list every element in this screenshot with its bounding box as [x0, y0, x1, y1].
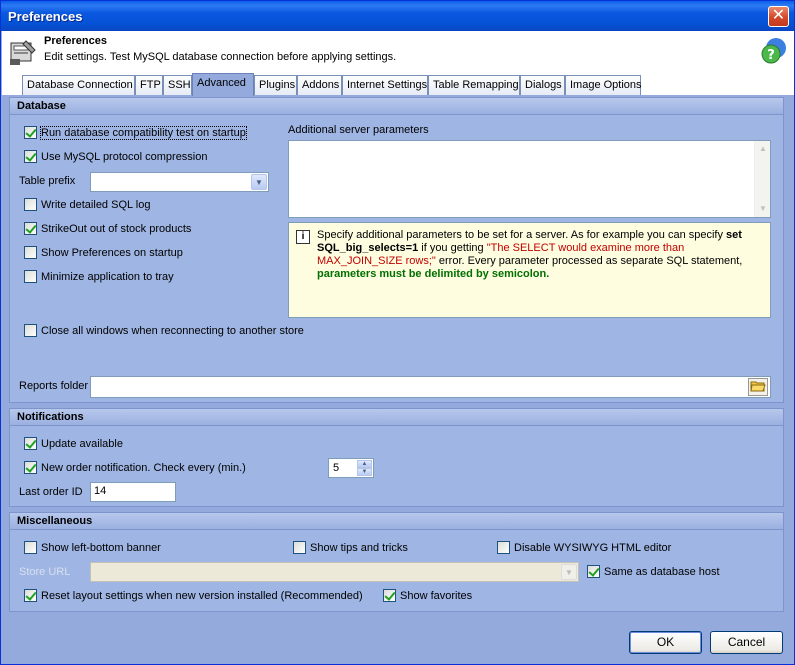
- tab-table-remapping[interactable]: Table Remapping: [428, 75, 520, 95]
- svg-text:?: ?: [767, 48, 775, 63]
- tab-advanced[interactable]: Advanced: [192, 73, 254, 96]
- reports-folder-label: Reports folder: [19, 380, 89, 392]
- preferences-icon: [10, 40, 36, 65]
- show-favorites-checkbox[interactable]: Show favorites: [383, 589, 472, 602]
- tab-database-connection[interactable]: Database Connection: [22, 75, 135, 95]
- header-title: Preferences: [44, 35, 107, 47]
- write-sql-log-checkbox[interactable]: Write detailed SQL log: [24, 198, 150, 211]
- close-windows-checkbox[interactable]: Close all windows when reconnecting to a…: [24, 324, 304, 337]
- misc-group: Miscellaneous Show left-bottom banner Sh…: [9, 512, 784, 612]
- advanced-tab-content: Database Run database compatibility test…: [7, 95, 789, 617]
- dialog-header: Preferences Edit settings. Test MySQL da…: [2, 31, 794, 73]
- params-info-box: i Specify additional parameters to be se…: [288, 222, 771, 318]
- info-icon: i: [296, 230, 310, 244]
- browse-folder-button[interactable]: [748, 378, 768, 396]
- table-prefix-label: Table prefix: [19, 175, 76, 187]
- help-icon[interactable]: ?: [760, 37, 788, 65]
- notifications-heading: Notifications: [10, 409, 783, 426]
- check-every-stepper[interactable]: 5 ▲ ▼: [328, 458, 374, 478]
- table-prefix-combobox[interactable]: ▼: [90, 172, 269, 192]
- stepper-up-icon[interactable]: ▲: [357, 460, 372, 468]
- reports-folder-input[interactable]: [90, 376, 771, 398]
- store-url-combobox[interactable]: ▼: [90, 562, 579, 582]
- scroll-up-icon[interactable]: ▲: [755, 141, 771, 157]
- preferences-window: Preferences ✕ Preferences Edit settings.…: [0, 0, 795, 665]
- scroll-down-icon[interactable]: ▼: [755, 201, 771, 217]
- last-order-label: Last order ID: [19, 486, 83, 498]
- header-description: Edit settings. Test MySQL database conne…: [44, 51, 397, 63]
- tab-addons[interactable]: Addons: [297, 75, 342, 95]
- minimize-tray-checkbox[interactable]: Minimize application to tray: [24, 270, 174, 283]
- close-button[interactable]: ✕: [768, 6, 789, 27]
- store-url-label: Store URL: [19, 566, 71, 578]
- chevron-down-icon[interactable]: ▼: [251, 174, 267, 190]
- strikeout-checkbox[interactable]: StrikeOut out of stock products: [24, 222, 191, 235]
- additional-params-textarea[interactable]: ▲ ▼: [288, 140, 771, 218]
- run-compat-test-checkbox[interactable]: Run database compatibility test on start…: [24, 125, 247, 140]
- tab-plugins[interactable]: Plugins: [254, 75, 297, 95]
- additional-params-label: Additional server parameters: [288, 124, 429, 136]
- close-icon: ✕: [771, 7, 786, 24]
- database-heading: Database: [10, 98, 783, 115]
- show-banner-checkbox[interactable]: Show left-bottom banner: [24, 541, 161, 554]
- reset-layout-checkbox[interactable]: Reset layout settings when new version i…: [24, 589, 363, 602]
- use-compression-checkbox[interactable]: Use MySQL protocol compression: [24, 150, 208, 163]
- notifications-group: Notifications Update available New order…: [9, 408, 784, 507]
- tab-strip: Database Connection FTP SSH Advanced Plu…: [2, 73, 794, 96]
- stepper-down-icon[interactable]: ▼: [357, 468, 372, 476]
- title-bar[interactable]: Preferences ✕: [1, 1, 794, 31]
- new-order-checkbox[interactable]: New order notification. Check every (min…: [24, 461, 246, 474]
- show-tips-checkbox[interactable]: Show tips and tricks: [293, 541, 408, 554]
- tab-dialogs[interactable]: Dialogs: [520, 75, 565, 95]
- misc-heading: Miscellaneous: [10, 513, 783, 530]
- window-title: Preferences: [8, 9, 83, 24]
- params-scrollbar[interactable]: ▲ ▼: [754, 141, 770, 217]
- database-group: Database Run database compatibility test…: [9, 97, 784, 403]
- last-order-input[interactable]: 14: [90, 482, 176, 502]
- show-prefs-startup-checkbox[interactable]: Show Preferences on startup: [24, 246, 183, 259]
- tab-internet-settings[interactable]: Internet Settings: [342, 75, 428, 95]
- disable-wysiwyg-checkbox[interactable]: Disable WYSIWYG HTML editor: [497, 541, 671, 554]
- folder-icon: [750, 381, 766, 392]
- tab-ftp[interactable]: FTP: [135, 75, 163, 95]
- tab-ssh[interactable]: SSH: [163, 75, 192, 95]
- update-available-checkbox[interactable]: Update available: [24, 437, 123, 450]
- chevron-down-icon[interactable]: ▼: [561, 564, 577, 580]
- tab-image-options[interactable]: Image Options: [565, 75, 642, 95]
- ok-button[interactable]: OK: [629, 631, 702, 654]
- cancel-button[interactable]: Cancel: [710, 631, 783, 654]
- same-as-host-checkbox[interactable]: Same as database host: [587, 565, 720, 578]
